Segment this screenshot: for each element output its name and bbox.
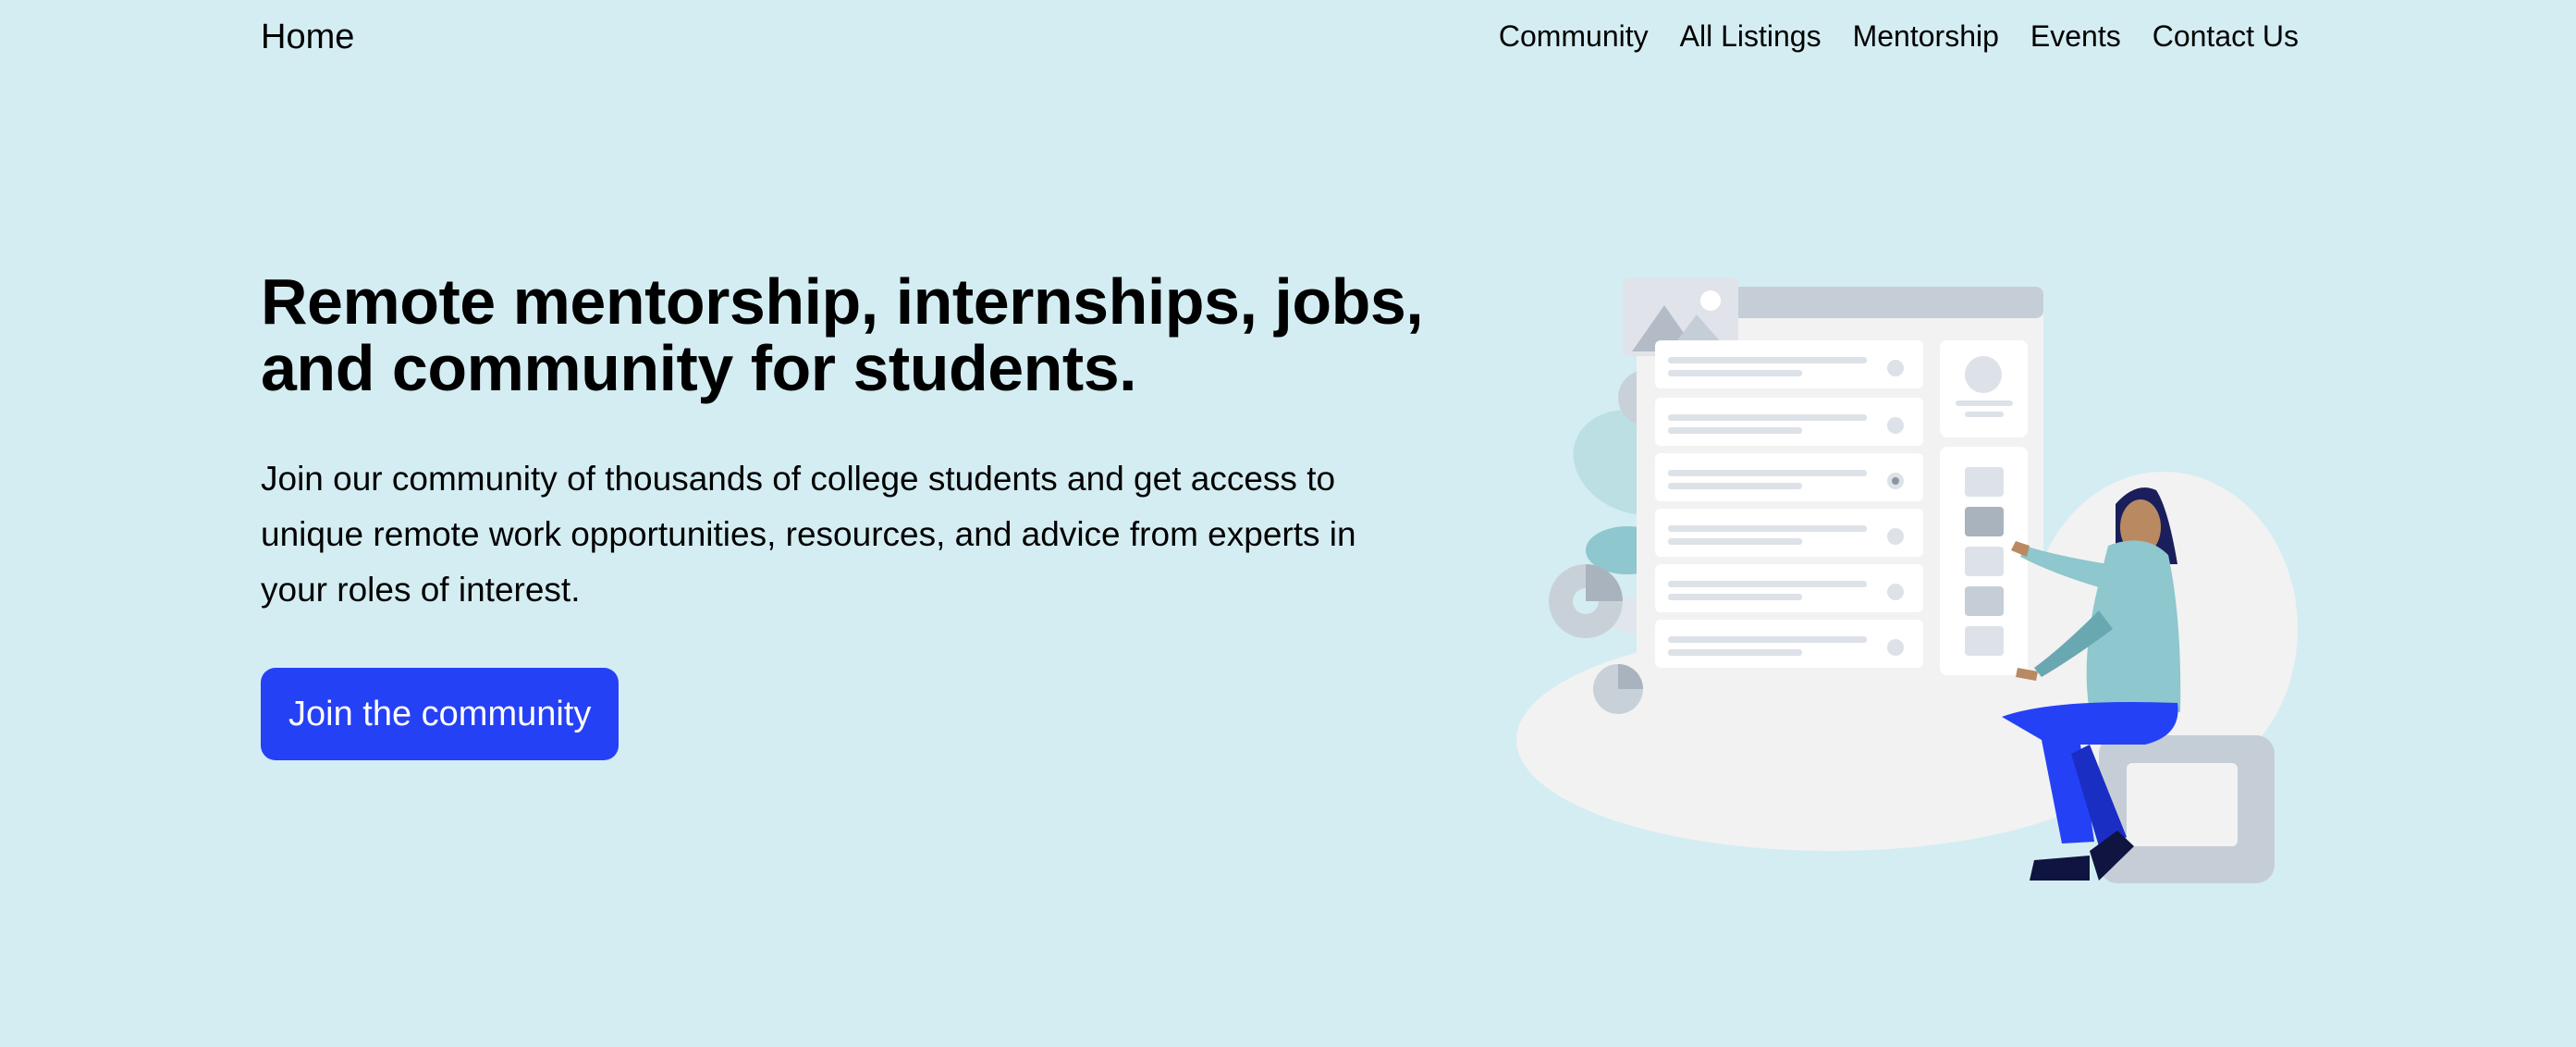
- nav-links: Community All Listings Mentorship Events…: [1499, 17, 2299, 55]
- nav-link-events[interactable]: Events: [2030, 17, 2121, 55]
- woman-browsing-listings-illustration: [1516, 277, 2298, 883]
- hero-subtitle: Join our community of thousands of colle…: [261, 460, 1356, 609]
- hero-section: Remote mentorship, internships, jobs, an…: [261, 268, 1426, 760]
- nav-link-mentorship[interactable]: Mentorship: [1853, 17, 1999, 55]
- nav-link-community[interactable]: Community: [1499, 17, 1649, 55]
- home-link[interactable]: Home: [261, 17, 354, 57]
- hero-illustration: [1498, 268, 2302, 897]
- join-community-button[interactable]: Join the community: [261, 668, 619, 760]
- top-nav: Home Community All Listings Mentorship E…: [0, 0, 2576, 74]
- nav-link-all-listings[interactable]: All Listings: [1680, 17, 1822, 55]
- nav-link-contact-us[interactable]: Contact Us: [2153, 17, 2299, 55]
- hero-title: Remote mentorship, internships, jobs, an…: [261, 265, 1424, 404]
